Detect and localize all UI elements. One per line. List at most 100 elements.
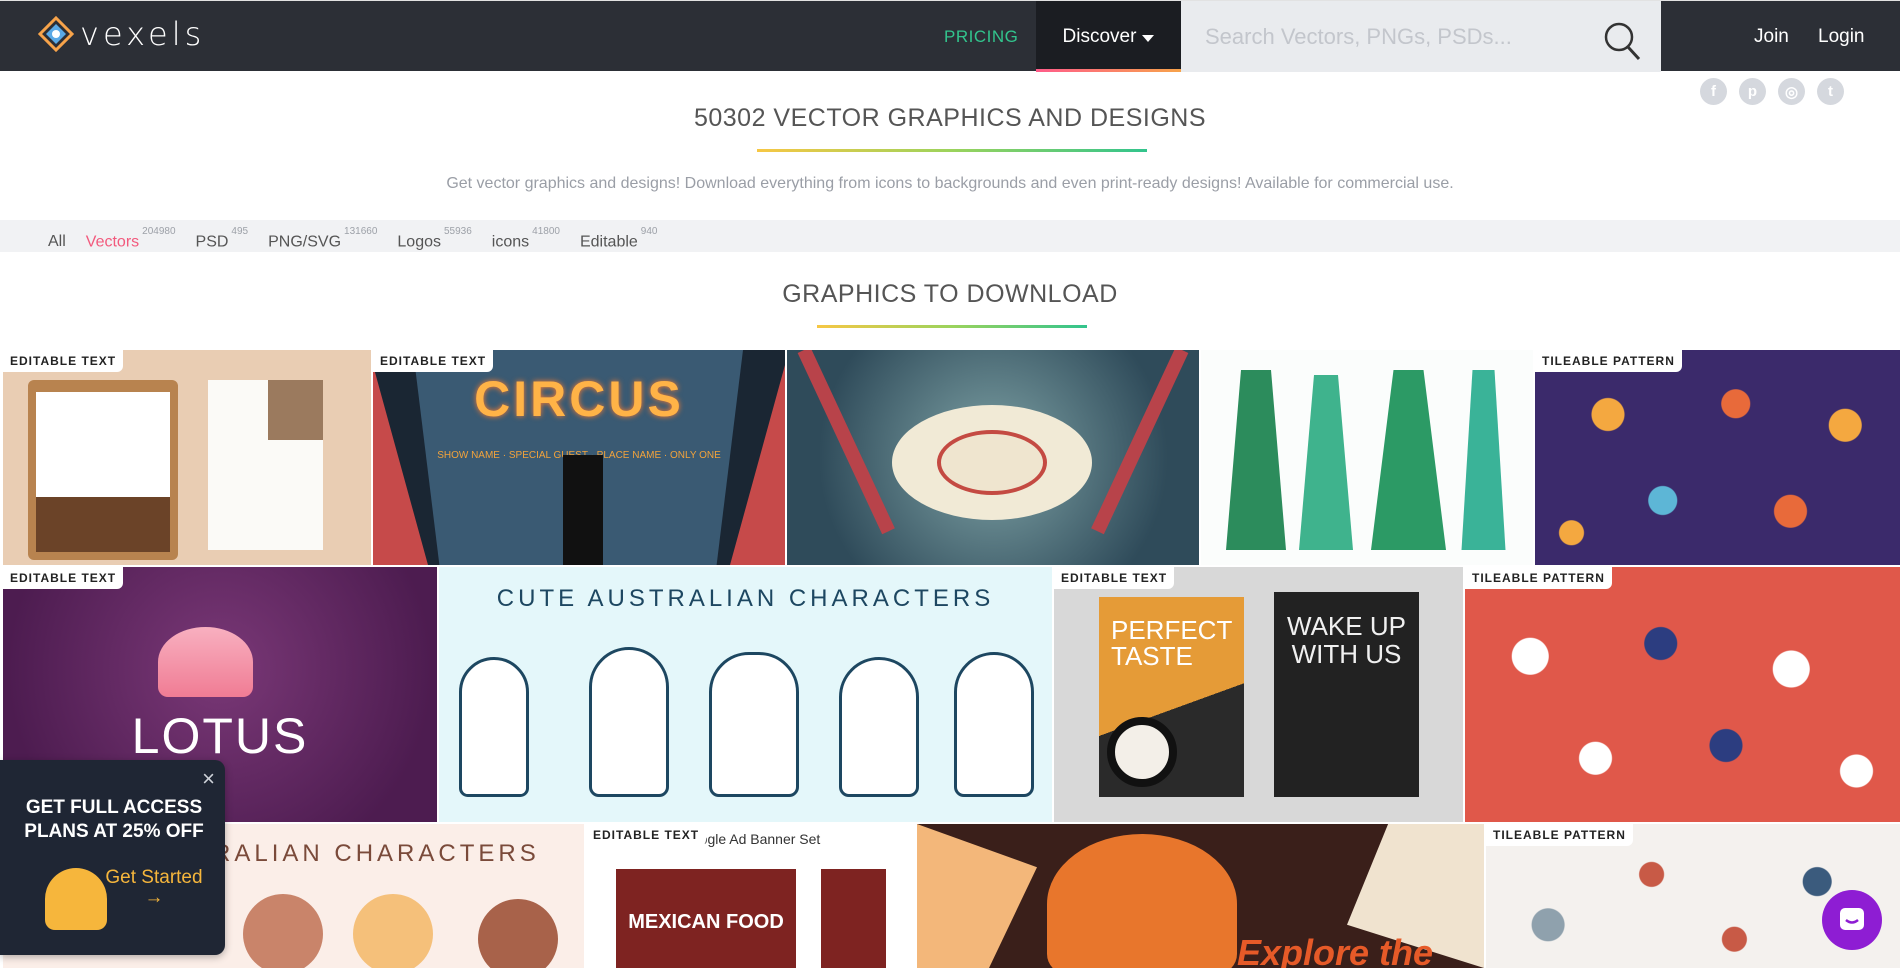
tile-title: RALIAN CHARACTERS	[213, 840, 540, 867]
winter-items-pattern	[1535, 350, 1900, 565]
tile-title: CUTE AUSTRALIAN CHARACTERS	[496, 585, 995, 612]
filter-png-svg[interactable]: PNG/SVG131660	[268, 226, 377, 251]
filter-label: Vectors	[85, 233, 140, 251]
leaf-left	[917, 824, 1037, 968]
discover-menu-button[interactable]: Discover	[1036, 1, 1181, 72]
tile-tag: TILEABLE PATTERN	[1535, 350, 1682, 372]
character-face-3	[478, 899, 558, 968]
banner-2	[821, 869, 886, 968]
chevron-down-icon	[1142, 34, 1155, 42]
section-underline	[817, 325, 1087, 328]
graphic-tile-coffee-menu[interactable]: EDITABLE TEXT	[3, 350, 371, 565]
graphic-tile-circus[interactable]: EDITABLE TEXT CIRCUS SHOW NAME · SPECIAL…	[373, 350, 785, 565]
top-navbar: vexels PRICING Discover Join Login	[0, 0, 1900, 72]
pricing-link[interactable]: PRICING	[944, 27, 1018, 47]
character-5	[954, 652, 1034, 797]
page-title: 50302 VECTOR GRAPHICS AND DESIGNS	[693, 104, 1207, 132]
dress-2	[1299, 375, 1353, 550]
facebook-icon[interactable]: f	[1700, 78, 1727, 105]
circus-title: CIRCUS	[474, 371, 684, 427]
filter-label: Logos	[397, 233, 441, 251]
filter-count: 495	[231, 226, 249, 238]
tiger-tagline: Explore the	[1237, 932, 1434, 968]
chat-icon	[1840, 908, 1864, 930]
discover-label: Discover	[1062, 25, 1137, 47]
graphic-tile-circus-ring[interactable]	[787, 350, 1199, 565]
performer-silhouette	[563, 455, 603, 565]
filter-logos[interactable]: Logos55936	[397, 226, 471, 251]
title-underline	[757, 149, 1147, 152]
filter-editable[interactable]: Editable940	[579, 226, 658, 251]
character-face-1	[243, 894, 323, 968]
graphic-tile-mexican-banner[interactable]: EDITABLE TEXT Google Ad Banner Set MEXIC…	[586, 824, 915, 968]
banner-1: MEXICAN FOOD	[616, 869, 796, 968]
graphic-tile-coffee-posters[interactable]: EDITABLE TEXT PERFECT TASTE WAKE UP WITH…	[1054, 567, 1463, 822]
filter-label: All	[48, 233, 66, 250]
filter-bar: All Vectors204980 PSD495 PNG/SVG131660 L…	[0, 220, 1900, 252]
tile-tag: EDITABLE TEXT	[3, 350, 124, 372]
get-started-button[interactable]: Get Started →	[104, 868, 204, 908]
graphic-tile-winter-pattern[interactable]: TILEABLE PATTERN	[1535, 350, 1900, 565]
graphic-tile-tiger[interactable]: Explore the	[917, 824, 1484, 968]
character-face-2	[353, 894, 433, 968]
filter-count: 940	[640, 226, 658, 238]
clipboard-shape	[28, 380, 178, 560]
poster-2-title: WAKE UP WITH US	[1287, 611, 1406, 669]
filter-count: 131660	[344, 226, 378, 238]
search-bar	[1181, 1, 1661, 72]
pinterest-icon[interactable]: p	[1739, 78, 1766, 105]
logo-text: vexels	[80, 15, 206, 53]
banner-1-title: MEXICAN FOOD	[628, 911, 784, 933]
tile-tag: EDITABLE TEXT	[1054, 567, 1175, 589]
poster-wake-up: WAKE UP WITH US	[1274, 592, 1419, 797]
chat-button[interactable]	[1822, 890, 1882, 950]
graphic-tile-ski-pattern[interactable]: TILEABLE PATTERN	[1465, 567, 1900, 822]
lotus-flower-icon	[158, 627, 253, 697]
vexels-logo-icon	[38, 16, 74, 52]
character-1	[459, 657, 529, 797]
ski-items-pattern	[1465, 567, 1900, 822]
filter-vectors[interactable]: Vectors204980	[85, 226, 176, 251]
coffee-beans-image	[36, 497, 170, 552]
character-2	[589, 647, 669, 797]
social-links: f p ◎ t	[1700, 78, 1844, 105]
poster-perfect-taste: PERFECT TASTE	[1099, 597, 1244, 797]
promo-popup: × GET FULL ACCESS PLANS AT 25% OFF Get S…	[0, 760, 225, 955]
tile-tag: EDITABLE TEXT	[586, 824, 707, 846]
twitter-icon[interactable]: t	[1817, 78, 1844, 105]
character-3	[709, 652, 799, 797]
instagram-icon[interactable]: ◎	[1778, 78, 1805, 105]
login-link[interactable]: Login	[1818, 26, 1865, 48]
character-4	[839, 657, 919, 797]
filter-count: 204980	[142, 226, 176, 238]
search-input[interactable]	[1205, 23, 1585, 50]
dress-4	[1461, 370, 1506, 550]
tile-tag: EDITABLE TEXT	[373, 350, 494, 372]
spotlight-left	[797, 350, 895, 535]
promo-title: GET FULL ACCESS PLANS AT 25% OFF	[24, 797, 204, 842]
filter-label: Editable	[579, 233, 638, 251]
dress-3	[1371, 370, 1446, 550]
join-link[interactable]: Join	[1754, 26, 1789, 48]
crown-mascot-icon	[45, 868, 107, 930]
dress-1	[1226, 370, 1286, 550]
tile-tag: TILEABLE PATTERN	[1465, 567, 1612, 589]
ring-inner	[937, 430, 1047, 495]
filter-icons[interactable]: icons41800	[492, 226, 560, 251]
menu-paper	[36, 392, 170, 552]
filter-psd[interactable]: PSD495	[195, 226, 249, 251]
coffee-image	[268, 380, 323, 440]
filter-label: PSD	[195, 233, 229, 251]
graphic-tile-australian-characters[interactable]: CUTE AUSTRALIAN CHARACTERS	[439, 567, 1052, 822]
coffee-cup-image	[1107, 717, 1177, 787]
tiger-illustration	[1047, 834, 1237, 968]
logo[interactable]: vexels	[38, 15, 205, 53]
lotus-logo-text: LOTUS	[131, 708, 309, 764]
graphic-tile-green-dresses[interactable]	[1201, 350, 1533, 565]
menu-paper-2	[208, 380, 323, 550]
poster-1-title: PERFECT TASTE	[1111, 615, 1232, 671]
filter-all[interactable]: All	[48, 233, 66, 251]
close-icon[interactable]: ×	[202, 766, 215, 792]
search-icon[interactable]	[1603, 21, 1641, 61]
spotlight-right	[1091, 350, 1189, 535]
